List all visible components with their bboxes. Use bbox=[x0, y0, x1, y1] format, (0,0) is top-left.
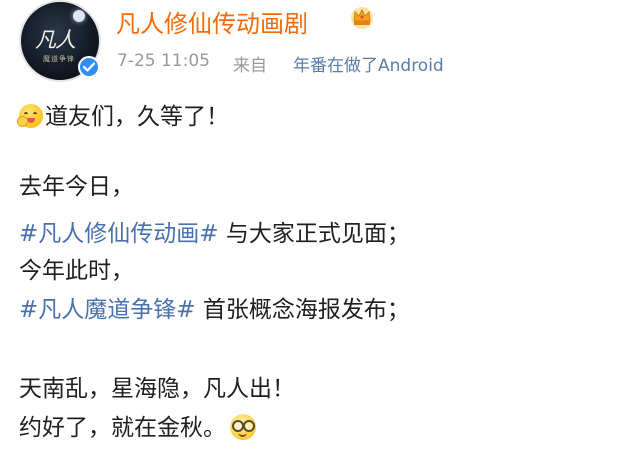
post-text: 首张概念海报发布； bbox=[195, 297, 410, 323]
emoji-hand bbox=[17, 116, 28, 127]
post-header: 凡人 魔道争锋 凡人修仙传动画剧 7-25 11:05 来自 年番在做了Andr… bbox=[0, 0, 640, 92]
source-label: 来自 bbox=[233, 56, 267, 76]
post-line-4: 今年此时， bbox=[19, 258, 134, 284]
avatar-logo-text: 凡人 bbox=[35, 28, 76, 52]
emoji-mouth bbox=[27, 118, 35, 123]
face-hand-over-mouth-emoji bbox=[17, 104, 43, 128]
hashtag-link[interactable]: #凡人修仙传动画# bbox=[19, 221, 219, 247]
avatar-subtitle: 魔道争锋 bbox=[43, 55, 75, 63]
post-text: 道友们，久等了！ bbox=[45, 104, 229, 130]
emoji-smile bbox=[238, 431, 247, 437]
post-text: 与大家正式见面； bbox=[218, 221, 410, 247]
face-with-glasses-emoji bbox=[230, 414, 256, 440]
post-line-2: 去年今日， bbox=[19, 174, 134, 200]
avatar-moon bbox=[73, 10, 85, 22]
post-text: 约好了，就在金秋。 bbox=[19, 415, 226, 441]
emoji-eye-right bbox=[33, 112, 37, 117]
post-timestamp: 7-25 11:05 bbox=[117, 51, 210, 71]
crown-vip-icon[interactable] bbox=[349, 5, 375, 29]
hashtag-link[interactable]: #凡人魔道争锋# bbox=[19, 297, 196, 323]
post-line-7: 约好了，就在金秋。 bbox=[19, 412, 256, 444]
source-link[interactable]: 年番在做了Android bbox=[293, 51, 444, 76]
verified-check-icon bbox=[78, 56, 100, 78]
post-line-5: #凡人魔道争锋# 首张概念海报发布； bbox=[19, 294, 410, 326]
post-line-6: 天南乱，星海隐，凡人出！ bbox=[19, 376, 295, 402]
author-name-link[interactable]: 凡人修仙传动画剧 bbox=[116, 4, 308, 39]
post-line-3: #凡人修仙传动画# 与大家正式见面； bbox=[19, 218, 410, 250]
post-line-1: 道友们，久等了！ bbox=[17, 101, 229, 133]
